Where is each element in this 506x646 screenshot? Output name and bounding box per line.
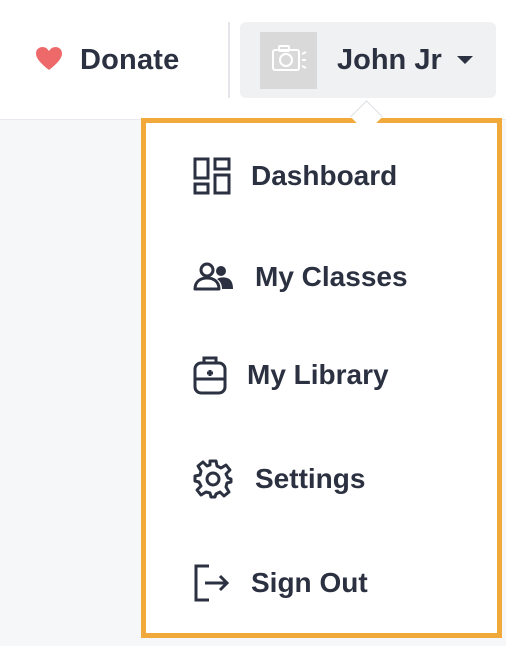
gear-icon [193, 459, 233, 499]
menu-item-settings[interactable]: Settings [146, 449, 497, 509]
classes-icon [193, 261, 235, 293]
menu-item-my-library[interactable]: My Library [146, 345, 497, 405]
backpack-icon [193, 355, 227, 395]
user-dropdown-menu: Dashboard My Classes My Library Settings… [141, 118, 502, 638]
menu-item-my-classes[interactable]: My Classes [146, 247, 497, 307]
menu-item-label: Dashboard [251, 160, 398, 191]
user-name: John Jr [337, 43, 442, 76]
avatar [260, 31, 317, 89]
menu-item-label: My Library [247, 359, 389, 390]
heart-icon [34, 45, 64, 76]
dashboard-icon [193, 157, 231, 195]
donate-label: Donate [80, 43, 180, 76]
menu-item-label: Settings [255, 463, 366, 494]
top-bar: Donate John Jr [0, 0, 506, 120]
user-menu-button[interactable]: John Jr [240, 22, 496, 98]
sign-out-icon [193, 564, 231, 602]
menu-item-dashboard[interactable]: Dashboard [146, 146, 497, 206]
donate-button[interactable]: Donate [34, 40, 180, 80]
header-divider [228, 22, 230, 98]
menu-item-label: My Classes [255, 261, 408, 292]
menu-item-sign-out[interactable]: Sign Out [146, 553, 497, 613]
menu-item-label: Sign Out [251, 567, 368, 598]
caret-down-icon [456, 55, 474, 65]
camera-icon [271, 44, 307, 77]
